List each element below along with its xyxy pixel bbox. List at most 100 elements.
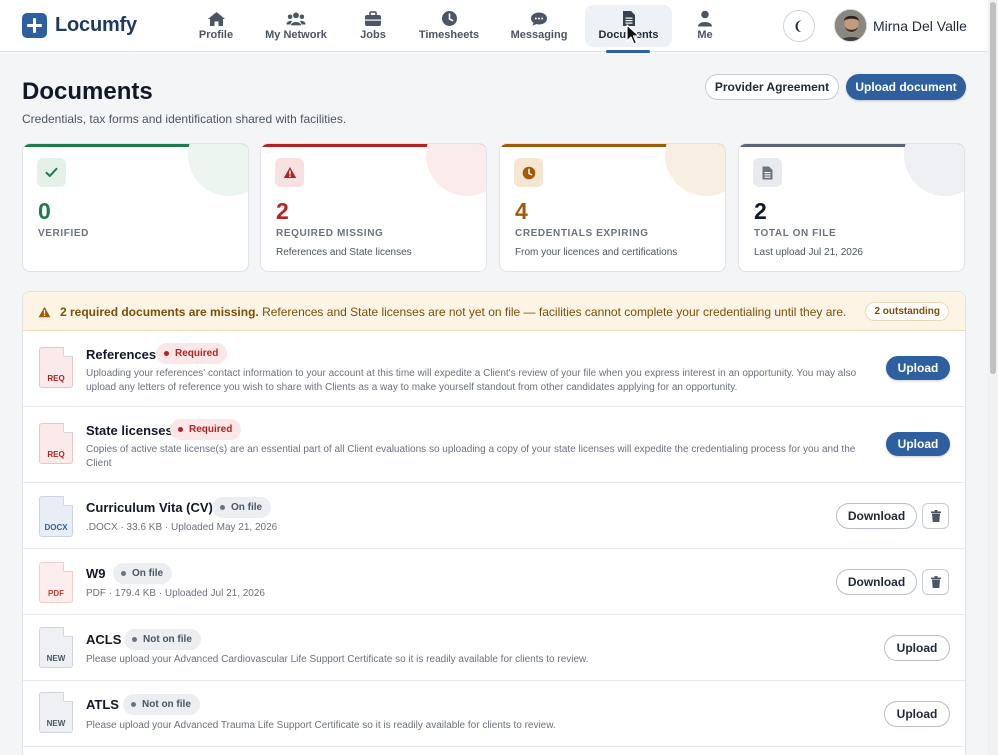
delete-button[interactable] <box>922 569 949 595</box>
nav-item-my-network[interactable]: My Network <box>262 5 330 47</box>
document-title: References <box>86 347 157 362</box>
page-title: Documents <box>22 78 153 105</box>
warning-icon <box>38 305 51 323</box>
nav-label: Me <box>697 29 713 41</box>
file-meta: PDF · 179.4 KB · Uploaded Jul 21, 2026 <box>86 588 265 599</box>
scrollbar-thumb[interactable] <box>990 2 996 374</box>
document-title: W9 <box>86 566 106 581</box>
status-badge: Not on file <box>124 629 201 650</box>
upload-button[interactable]: Upload <box>884 635 950 661</box>
stat-subtext: Last upload Jul 21, 2026 <box>754 247 863 258</box>
stat-value: 0 <box>38 198 51 224</box>
status-label: Required <box>189 424 233 435</box>
upload-button[interactable]: Upload <box>886 356 950 380</box>
upload-button[interactable]: Upload <box>886 432 950 456</box>
check-icon <box>37 158 66 187</box>
document-title: ATLS <box>86 697 119 712</box>
stat-card-verified: 0 Verified <box>22 143 249 272</box>
document-row-acls: NEW ACLS Not on file Please upload your … <box>23 615 965 681</box>
status-label: On file <box>132 568 164 579</box>
status-dot <box>121 571 126 576</box>
stat-label: Verified <box>38 228 89 239</box>
nav-item-me[interactable]: Me <box>690 5 720 47</box>
card-decoration <box>665 144 725 196</box>
pdf-file-icon: PDF <box>39 562 73 603</box>
upload-button[interactable]: Upload <box>884 701 950 727</box>
document-description: Uploading your references' contact infor… <box>86 368 857 393</box>
theme-toggle-button[interactable] <box>783 10 815 42</box>
outstanding-badge: 2 outstanding <box>865 302 949 321</box>
stat-value: 2 <box>754 198 767 224</box>
status-label: Not on file <box>143 634 192 645</box>
stat-label: Total on file <box>754 228 837 239</box>
status-badge: Required <box>170 419 242 440</box>
status-dot <box>178 427 183 432</box>
nav-label: Jobs <box>360 29 386 41</box>
status-label: Not on file <box>142 699 191 710</box>
home-icon <box>206 10 226 27</box>
document-description: Copies of active state license(s) are an… <box>86 444 856 469</box>
warning-icon <box>275 158 304 187</box>
document-description: Please upload your Advanced Trauma Life … <box>86 720 556 731</box>
new-file-icon: NEW <box>39 692 73 733</box>
nav-label: Timesheets <box>418 29 480 41</box>
page-subtitle: Credentials, tax forms and identificatio… <box>22 112 347 126</box>
file-type-tag: NEW <box>46 654 66 663</box>
download-button[interactable]: Download <box>836 503 917 529</box>
alert-message: 2 required documents are missing. Refere… <box>60 305 846 319</box>
nav-item-profile[interactable]: Profile <box>196 5 236 47</box>
trash-icon <box>930 576 941 588</box>
document-row-atls: NEW ATLS Not on file Please upload your … <box>23 681 965 747</box>
card-decoration <box>188 144 248 196</box>
app-name: Locumfy <box>55 14 137 36</box>
nav-item-timesheets[interactable]: Timesheets <box>416 5 482 47</box>
file-meta: .DOCX · 33.6 KB · Uploaded May 21, 2026 <box>86 522 278 533</box>
stat-card-required-missing: 2 Required missing References and State … <box>260 143 487 272</box>
stat-subtext: From your licences and certifications <box>515 247 678 258</box>
document-icon <box>753 158 782 187</box>
provider-agreement-button[interactable]: Provider Agreement <box>705 74 839 100</box>
active-tab-indicator <box>606 50 650 53</box>
status-badge: On file <box>212 497 272 518</box>
upload-document-button[interactable]: Upload document <box>846 74 966 100</box>
stat-label: Required missing <box>276 228 384 239</box>
stat-value: 4 <box>515 198 528 224</box>
moon-icon <box>795 20 802 33</box>
stat-card-total-on-file: 2 Total on file Last upload Jul 21, 2026 <box>738 143 965 272</box>
nav-label: Profile <box>198 29 234 41</box>
document-description: Please upload your Advanced Cardiovascul… <box>86 654 589 665</box>
page-scrollbar[interactable] <box>988 0 998 755</box>
status-badge: Not on file <box>123 694 200 715</box>
trash-icon <box>930 510 941 522</box>
logo-plus-icon <box>22 13 47 38</box>
nav-label: Messaging <box>510 29 568 41</box>
missing-documents-alert: 2 required documents are missing. Refere… <box>23 292 965 331</box>
alert-detail: References and State licenses are not ye… <box>258 305 847 319</box>
status-badge: Required <box>156 343 228 364</box>
status-label: On file <box>231 502 263 513</box>
file-type-tag: REQ <box>47 450 65 459</box>
stat-card-credentials-expiring: 4 Credentials expiring From your licence… <box>499 143 726 272</box>
status-label: Required <box>175 348 219 359</box>
file-type-tag: REQ <box>47 374 65 383</box>
top-navigation-bar: Locumfy Profile My Network Jobs Timeshee… <box>0 0 988 53</box>
status-dot <box>164 351 169 356</box>
status-dot <box>131 702 136 707</box>
user-menu[interactable]: Mirna Del Valle <box>834 9 967 42</box>
file-type-tag: NEW <box>46 719 66 728</box>
nav-item-messaging[interactable]: Messaging <box>507 5 571 47</box>
person-icon <box>695 10 715 27</box>
stat-value: 2 <box>276 198 289 224</box>
app-logo[interactable]: Locumfy <box>22 13 137 38</box>
download-button[interactable]: Download <box>836 569 917 595</box>
stat-label: Credentials expiring <box>515 228 649 239</box>
status-dot <box>220 505 225 510</box>
delete-button[interactable] <box>922 503 949 529</box>
status-badge: On file <box>113 563 173 584</box>
avatar <box>834 9 867 42</box>
docx-file-icon: DOCX <box>39 496 73 537</box>
stat-subtext: References and State licenses <box>276 247 412 258</box>
document-title: State licenses <box>86 423 173 438</box>
card-decoration <box>426 144 486 196</box>
nav-item-jobs[interactable]: Jobs <box>356 5 390 47</box>
